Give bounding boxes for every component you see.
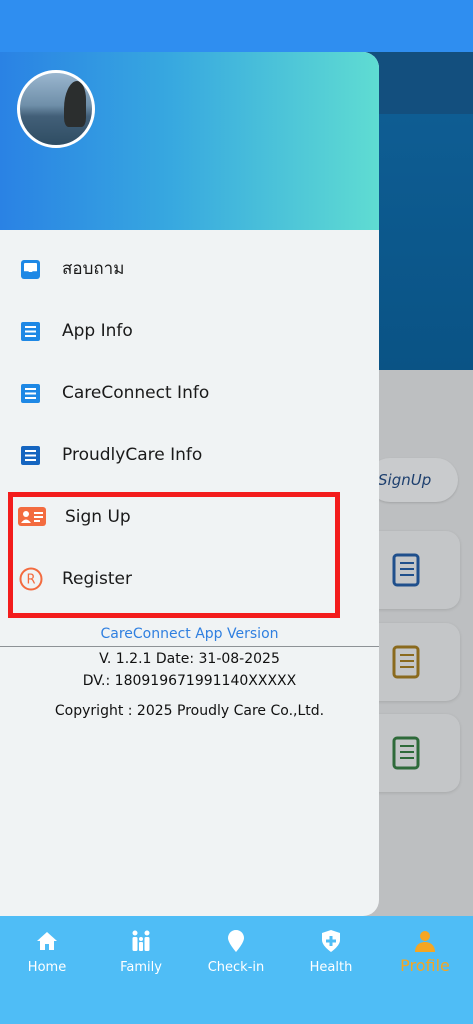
menu-item-proudlycare-info[interactable]: ProudlyCare Info bbox=[0, 424, 379, 486]
user-icon bbox=[415, 931, 435, 952]
avatar[interactable] bbox=[17, 70, 95, 148]
divider bbox=[0, 646, 379, 647]
highlight-box bbox=[8, 492, 340, 618]
menu-item-label: สอบถาม bbox=[62, 259, 125, 279]
menu-item-inquiry[interactable]: สอบถาม bbox=[0, 238, 379, 300]
tab-label: Home bbox=[27, 960, 67, 975]
document-icon bbox=[392, 645, 420, 679]
device-id: DV.: 180919671991140XXXXX bbox=[82, 673, 297, 689]
tab-label: Health bbox=[309, 960, 353, 975]
app-version-title: CareConnect App Version bbox=[100, 626, 279, 642]
location-pin-icon bbox=[228, 930, 244, 952]
shield-plus-icon bbox=[322, 930, 340, 952]
tab-family[interactable]: Family bbox=[94, 916, 188, 1024]
tab-profile[interactable]: Profile bbox=[378, 916, 472, 1024]
document-icon bbox=[21, 384, 40, 403]
drawer-header bbox=[0, 52, 379, 230]
bottom-navigation: Home Family Check-in Health Profile bbox=[0, 916, 473, 1024]
document-icon bbox=[392, 553, 420, 587]
menu-item-label: App Info bbox=[62, 321, 133, 341]
version-date: V. 1.2.1 Date: 31-08-2025 bbox=[99, 651, 280, 667]
avatar-photo bbox=[64, 81, 86, 127]
tab-health[interactable]: Health bbox=[284, 916, 378, 1024]
copyright: Copyright : 2025 Proudly Care Co.,Ltd. bbox=[54, 703, 325, 719]
tab-home[interactable]: Home bbox=[0, 916, 94, 1024]
home-icon bbox=[37, 932, 57, 950]
tab-label: Check-in bbox=[207, 960, 265, 975]
tab-label: Profile bbox=[400, 956, 450, 975]
document-icon bbox=[21, 322, 40, 341]
menu-item-label: ProudlyCare Info bbox=[62, 445, 203, 465]
document-icon bbox=[21, 446, 40, 465]
tab-check-in[interactable]: Check-in bbox=[189, 916, 283, 1024]
menu-item-label: CareConnect Info bbox=[62, 383, 210, 403]
inbox-icon bbox=[21, 260, 40, 279]
background-signup-button: SignUp bbox=[368, 458, 458, 502]
navigation-drawer: สอบถาม App Info CareConnect Info Proudly… bbox=[0, 52, 379, 916]
document-icon bbox=[392, 736, 420, 770]
tab-label: Family bbox=[120, 960, 162, 975]
menu-item-app-info[interactable]: App Info bbox=[0, 300, 379, 362]
menu-item-careconnect-info[interactable]: CareConnect Info bbox=[0, 362, 379, 424]
family-icon bbox=[132, 930, 150, 951]
status-bar bbox=[0, 0, 473, 52]
